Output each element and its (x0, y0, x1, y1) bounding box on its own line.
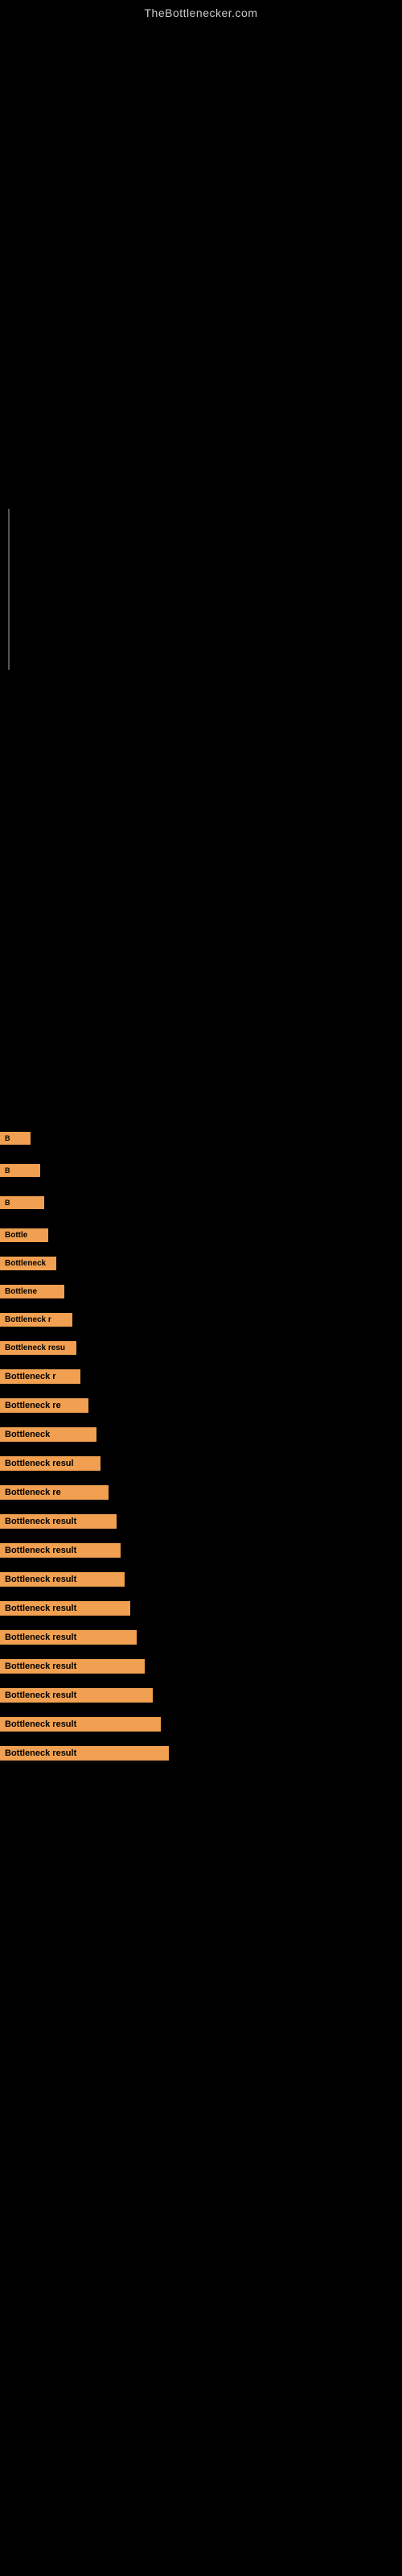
list-item: Bottleneck result (0, 1540, 402, 1561)
bottleneck-result-label: Bottleneck (0, 1257, 56, 1270)
bottleneck-result-label: Bottleneck result (0, 1601, 130, 1616)
bottleneck-result-label: Bottleneck (0, 1427, 96, 1442)
chart-area (0, 26, 402, 1113)
bottleneck-result-label: Bottleneck re (0, 1398, 88, 1413)
spacer (0, 1532, 402, 1540)
list-item: Bottleneck result (0, 1511, 402, 1532)
bottleneck-result-label: B (0, 1164, 40, 1177)
spacer (0, 1330, 402, 1338)
spacer (0, 1735, 402, 1743)
bottleneck-result-label: Bottleneck result (0, 1688, 153, 1703)
list-item: Bottleneck result (0, 1656, 402, 1677)
chart-axis-line (8, 509, 10, 670)
bottleneck-result-label: Bottleneck result (0, 1717, 161, 1732)
list-item: Bottleneck result (0, 1627, 402, 1648)
list-item: Bottleneck (0, 1253, 402, 1274)
spacer (0, 1445, 402, 1453)
spacer (0, 1503, 402, 1511)
list-item: Bottleneck result (0, 1714, 402, 1735)
bottleneck-result-label: Bottleneck result (0, 1514, 117, 1529)
bottleneck-items-container: B B B Bottle Bottleneck Bottlene Bottleneck r B… (0, 1113, 402, 1772)
spacer (0, 1677, 402, 1685)
bottleneck-result-label: Bottle (0, 1228, 48, 1242)
list-item: B (0, 1193, 402, 1212)
spacer (0, 1474, 402, 1482)
list-item: B (0, 1161, 402, 1180)
bottleneck-result-label: Bottleneck result (0, 1746, 169, 1761)
bottleneck-result-label: Bottleneck result (0, 1630, 137, 1645)
list-item: Bottleneck resul (0, 1453, 402, 1474)
bottleneck-result-label: B (0, 1196, 44, 1209)
bottleneck-result-label: Bottleneck result (0, 1659, 145, 1674)
list-item: Bottleneck result (0, 1685, 402, 1706)
list-item: Bottleneck re (0, 1482, 402, 1503)
spacer (0, 1245, 402, 1253)
spacer (0, 1590, 402, 1598)
bottleneck-result-label: Bottlene (0, 1285, 64, 1298)
spacer (0, 1148, 402, 1161)
spacer (0, 1302, 402, 1310)
list-item: B (0, 1129, 402, 1148)
spacer (0, 1619, 402, 1627)
list-item: Bottleneck r (0, 1310, 402, 1330)
bottleneck-result-label: Bottleneck resu (0, 1341, 76, 1355)
bottleneck-result-label: Bottleneck r (0, 1313, 72, 1327)
bottleneck-result-label: Bottleneck result (0, 1543, 121, 1558)
bottleneck-result-label: B (0, 1132, 31, 1145)
list-item: Bottleneck result (0, 1598, 402, 1619)
list-item: Bottleneck resu (0, 1338, 402, 1358)
spacer (0, 1212, 402, 1225)
spacer (0, 1764, 402, 1772)
spacer (0, 1706, 402, 1714)
list-item: Bottlene (0, 1282, 402, 1302)
spacer (0, 1387, 402, 1395)
bottleneck-result-label: Bottleneck result (0, 1572, 125, 1587)
site-title: TheBottlenecker.com (0, 0, 402, 26)
bottleneck-result-label: Bottleneck r (0, 1369, 80, 1384)
spacer (0, 1416, 402, 1424)
list-item: Bottleneck result (0, 1569, 402, 1590)
list-item: Bottleneck re (0, 1395, 402, 1416)
bottleneck-result-label: Bottleneck re (0, 1485, 109, 1500)
site-title-container: TheBottlenecker.com (0, 0, 402, 26)
spacer (0, 1648, 402, 1656)
spacer (0, 1180, 402, 1193)
spacer (0, 1358, 402, 1366)
list-item: Bottleneck (0, 1424, 402, 1445)
list-item: Bottle (0, 1225, 402, 1245)
spacer (0, 1561, 402, 1569)
list-item: Bottleneck result (0, 1743, 402, 1764)
spacer (0, 1274, 402, 1282)
bottleneck-result-label: Bottleneck resul (0, 1456, 100, 1471)
list-item: Bottleneck r (0, 1366, 402, 1387)
